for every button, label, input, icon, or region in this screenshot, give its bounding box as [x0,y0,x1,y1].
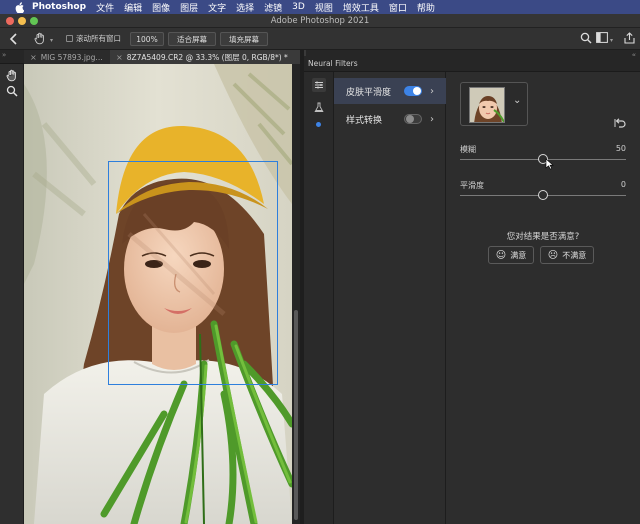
scroll-all-windows-checkbox[interactable]: 滚动所有窗口 [66,33,121,44]
smoothness-slider-label: 平滑度 [460,181,484,190]
tab-document-1[interactable]: × MIG 57893.jpg... [24,50,110,64]
panel-header: Neural Filters [304,56,640,72]
face-thumbnail [469,87,505,123]
unsatisfied-button[interactable]: ☹ 不满意 [540,246,594,264]
canvas-vertical-scrollbar[interactable] [292,64,300,524]
fit-screen-button[interactable]: 适合屏幕 [168,32,216,46]
tab-document-2[interactable]: × 8Z7A5409.CR2 @ 33.3% (图层 0, RGB/8*) * [110,50,306,64]
filter-item-skin-smoothing[interactable]: 皮肤平滑度 › [334,78,446,104]
workspace-chevron-icon[interactable]: ▾ [610,37,613,44]
hand-tool-preset-icon[interactable] [34,32,46,49]
filter-list: 皮肤平滑度 › 样式转换 › [334,72,446,524]
smoothness-slider-value: 0 [620,180,626,189]
window-title: Adobe Photoshop 2021 [270,16,370,26]
menu-3d[interactable]: 3D [292,2,305,12]
filter-item-style-transfer[interactable]: 样式转换 › [334,106,446,132]
beta-flask-icon[interactable] [312,100,326,114]
panel-title: Neural Filters [308,59,358,68]
window-titlebar: Adobe Photoshop 2021 [0,14,640,28]
reset-undo-icon[interactable] [614,118,626,131]
menu-filter[interactable]: 滤镜 [264,1,282,14]
options-bar: ▾ 滚动所有窗口 100% 适合屏幕 填充屏幕 ▾ [0,28,640,50]
chevron-right-icon[interactable]: › [430,114,434,125]
app-menu-photoshop[interactable]: Photoshop [32,2,86,12]
feedback-question: 您对结果是否满意? [506,232,580,242]
menu-layer[interactable]: 图层 [180,1,198,14]
zoom-tool-icon[interactable] [5,84,19,98]
menu-edit[interactable]: 编辑 [124,1,142,14]
chevron-down-icon[interactable]: ⌄ [513,95,521,106]
menu-select[interactable]: 选择 [236,1,254,14]
satisfied-label: 满意 [510,250,527,260]
hand-tool-icon[interactable] [5,68,19,82]
filter-settings: ⌄ 模糊 50 平滑度 0 您对结果是否满意? ☺ 满意 ☹ 不满意 [446,72,640,524]
unsatisfied-label: 不满意 [562,250,587,260]
mouse-cursor-icon [545,158,554,170]
smile-icon: ☺ [495,249,507,261]
filter-label: 样式转换 [346,115,383,126]
skin-smoothing-toggle[interactable] [404,86,422,96]
menu-window[interactable]: 窗口 [389,1,407,14]
share-icon[interactable] [624,32,635,48]
chevron-right-icon[interactable]: › [430,86,434,97]
satisfied-button[interactable]: ☺ 满意 [488,246,534,264]
face-detection-box [108,161,278,385]
zoom-100-button[interactable]: 100% [130,32,164,46]
collapse-arrows-icon[interactable]: » [2,51,6,59]
smoothness-slider-handle[interactable] [538,190,548,200]
menu-help[interactable]: 帮助 [417,1,435,14]
filter-label: 皮肤平滑度 [346,87,392,98]
style-transfer-toggle[interactable] [404,114,422,124]
close-tab-icon[interactable]: × [30,53,37,62]
menu-file[interactable]: 文件 [96,1,114,14]
all-filters-sliders-icon[interactable] [312,78,326,92]
chevron-down-icon[interactable]: ▾ [50,37,53,44]
workspace-icon[interactable] [596,32,608,47]
blur-slider-value: 50 [615,144,626,153]
fill-screen-button[interactable]: 填充屏幕 [220,32,268,46]
menu-bar: Photoshop 文件 编辑 图像 图层 文字 选择 滤镜 3D 视图 增效工… [0,0,640,14]
document-canvas[interactable] [24,64,292,524]
status-dot [316,122,321,127]
filter-category-rail [304,72,334,524]
menu-plugins[interactable]: 增效工具 [343,1,379,14]
scrollbar-thumb[interactable] [294,310,298,520]
scroll-all-windows-label: 滚动所有窗口 [76,34,121,43]
checkbox-box[interactable] [66,35,73,42]
menu-image[interactable]: 图像 [152,1,170,14]
back-arrow-icon[interactable] [9,32,19,50]
menu-type[interactable]: 文字 [208,1,226,14]
frown-icon: ☹ [547,249,559,261]
neural-filters-panel: Neural Filters 皮肤平滑度 › 样式转换 › ⌄ 模糊 50 平滑… [304,56,640,524]
apple-menu-icon[interactable] [14,1,24,13]
tools-panel [0,64,24,524]
search-icon[interactable] [580,32,592,48]
tab-label: MIG 57893.jpg... [40,52,103,62]
menu-view[interactable]: 视图 [315,1,333,14]
close-tab-icon[interactable]: × [116,53,123,62]
face-selector-dropdown[interactable]: ⌄ [460,82,528,126]
tab-label: 8Z7A5409.CR2 @ 33.3% (图层 0, RGB/8*) * [126,52,288,62]
blur-slider-label: 模糊 [460,145,476,154]
